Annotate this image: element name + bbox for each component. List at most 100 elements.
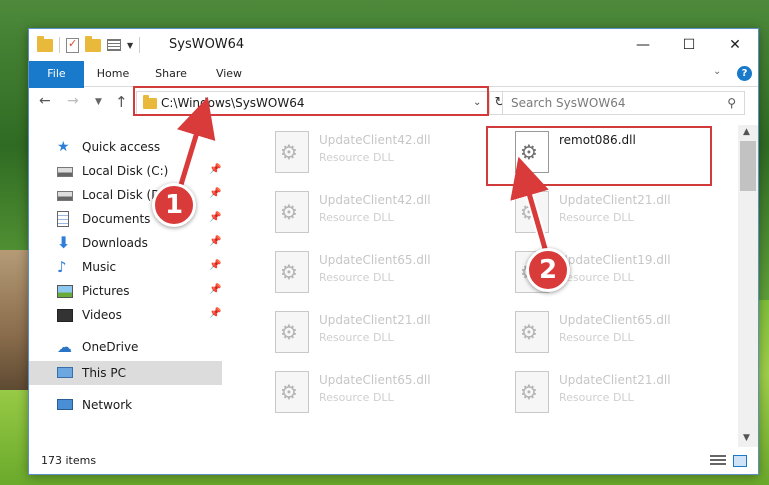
- file-type: Resource DLL: [559, 271, 634, 284]
- sidebar-item-music[interactable]: ♪ Music 📌: [29, 255, 222, 279]
- ribbon-tabs: File Home Share View ⌄ ?: [29, 61, 758, 111]
- list-item[interactable]: UpdateClient21.dll Resource DLL: [515, 189, 738, 239]
- view-options-icon[interactable]: [107, 39, 121, 51]
- maximize-button[interactable]: ☐: [666, 29, 712, 61]
- sidebar-item-label: Network: [82, 398, 133, 412]
- dll-file-icon: [515, 371, 549, 413]
- dll-file-icon: [275, 251, 309, 293]
- pin-icon[interactable]: 📌: [209, 212, 221, 223]
- computer-icon: [57, 367, 73, 378]
- chevron-down-icon[interactable]: ▼: [127, 41, 133, 50]
- dll-file-icon: [515, 191, 549, 233]
- sidebar-item-pictures[interactable]: Pictures 📌: [29, 279, 222, 303]
- tab-home[interactable]: Home: [91, 61, 135, 87]
- item-count: 173 items: [41, 454, 97, 467]
- dll-file-icon: [275, 311, 309, 353]
- expand-ribbon-icon[interactable]: ⌄: [713, 66, 721, 77]
- sidebar-item-local-disk-c[interactable]: Local Disk (C:) 📌: [29, 159, 222, 183]
- sidebar-item-quick-access[interactable]: ★ Quick access: [29, 135, 222, 159]
- pin-icon[interactable]: 📌: [209, 308, 221, 319]
- sidebar-item-label: Quick access: [82, 140, 161, 154]
- file-type: Resource DLL: [319, 151, 394, 164]
- list-item[interactable]: UpdateClient21.dll Resource DLL: [275, 309, 505, 359]
- file-type: Resource DLL: [319, 211, 394, 224]
- file-name: UpdateClient65.dll: [559, 313, 671, 327]
- details-view-icon[interactable]: [710, 455, 726, 467]
- minimize-icon: —: [636, 37, 650, 53]
- file-name: UpdateClient42.dll: [319, 193, 431, 207]
- new-folder-icon[interactable]: [85, 35, 101, 52]
- list-item[interactable]: UpdateClient65.dll Resource DLL: [275, 369, 505, 419]
- sidebar-item-videos[interactable]: Videos 📌: [29, 303, 222, 327]
- properties-icon[interactable]: [66, 37, 79, 53]
- pin-icon[interactable]: 📌: [209, 284, 221, 295]
- pin-icon[interactable]: 📌: [209, 188, 221, 199]
- file-name: UpdateClient19.dll: [559, 253, 671, 267]
- music-icon: ♪: [57, 258, 67, 276]
- help-icon[interactable]: ?: [737, 66, 752, 81]
- close-icon: ✕: [729, 37, 741, 53]
- close-button[interactable]: ✕: [712, 29, 758, 61]
- navigation-pane: ★ Quick access Local Disk (C:) 📌 Local D…: [29, 125, 222, 447]
- file-name: UpdateClient65.dll: [319, 253, 431, 267]
- file-type: Resource DLL: [319, 271, 394, 284]
- sidebar-item-this-pc[interactable]: This PC: [29, 361, 222, 385]
- minimize-button[interactable]: —: [620, 29, 666, 61]
- vertical-scrollbar[interactable]: ▲ ▼: [738, 125, 758, 447]
- list-item[interactable]: UpdateClient42.dll Resource DLL: [275, 189, 505, 239]
- address-highlight-box: [133, 86, 489, 116]
- recent-locations-button[interactable]: ▼: [95, 97, 102, 107]
- sidebar-item-label: Downloads: [82, 236, 148, 250]
- toolbar-divider: [59, 37, 60, 53]
- scrollbar-thumb[interactable]: [740, 141, 756, 191]
- up-button[interactable]: ↑: [115, 93, 128, 111]
- file-highlight-box: [486, 126, 712, 186]
- tab-share[interactable]: Share: [149, 61, 193, 87]
- scroll-up-icon[interactable]: ▲: [743, 127, 750, 137]
- cloud-icon: ☁: [57, 338, 72, 356]
- dll-file-icon: [275, 371, 309, 413]
- step-marker-2: 2: [526, 248, 570, 292]
- file-name: UpdateClient21.dll: [559, 193, 671, 207]
- back-button[interactable]: ←: [39, 93, 51, 109]
- pin-icon[interactable]: 📌: [209, 260, 221, 271]
- file-name: UpdateClient65.dll: [319, 373, 431, 387]
- pin-icon[interactable]: 📌: [209, 164, 221, 175]
- maximize-icon: ☐: [682, 37, 696, 53]
- window-title: SysWOW64: [169, 37, 245, 52]
- sidebar-item-label: OneDrive: [82, 340, 139, 354]
- disk-icon: [57, 167, 73, 177]
- documents-icon: [57, 211, 69, 227]
- dll-file-icon: [275, 131, 309, 173]
- list-item[interactable]: UpdateClient65.dll Resource DLL: [515, 309, 738, 359]
- sidebar-item-onedrive[interactable]: ☁ OneDrive: [29, 335, 222, 359]
- video-icon: [57, 309, 73, 322]
- tab-view[interactable]: View: [207, 61, 251, 87]
- toolbar-divider: [139, 37, 141, 53]
- sidebar-item-label: Local Disk (C:): [82, 164, 169, 178]
- file-type: Resource DLL: [319, 391, 394, 404]
- folder-icon: [37, 35, 53, 52]
- search-input[interactable]: Search SysWOW64: [511, 96, 625, 110]
- sidebar-item-label: Pictures: [82, 284, 130, 298]
- list-item[interactable]: UpdateClient42.dll Resource DLL: [275, 129, 505, 179]
- forward-button[interactable]: →: [67, 93, 79, 109]
- title-bar[interactable]: ▼ SysWOW64 — ☐ ✕: [29, 29, 758, 61]
- file-type: Resource DLL: [559, 391, 634, 404]
- network-icon: [57, 399, 73, 410]
- search-box[interactable]: Search SysWOW64 ⚲: [502, 91, 745, 115]
- sidebar-item-label: Documents: [82, 212, 151, 226]
- star-icon: ★: [57, 139, 70, 155]
- step-marker-1: 1: [152, 183, 196, 227]
- pin-icon[interactable]: 📌: [209, 236, 221, 247]
- file-type: Resource DLL: [559, 211, 634, 224]
- list-item[interactable]: UpdateClient65.dll Resource DLL: [275, 249, 505, 299]
- search-icon[interactable]: ⚲: [727, 96, 736, 110]
- sidebar-item-downloads[interactable]: ⬇ Downloads 📌: [29, 231, 222, 255]
- sidebar-item-label: This PC: [82, 366, 126, 380]
- file-name: UpdateClient42.dll: [319, 133, 431, 147]
- list-item[interactable]: UpdateClient21.dll Resource DLL: [515, 369, 738, 419]
- sidebar-item-network[interactable]: Network: [29, 393, 222, 417]
- scroll-down-icon[interactable]: ▼: [743, 433, 750, 443]
- large-icons-view-icon[interactable]: [733, 455, 747, 467]
